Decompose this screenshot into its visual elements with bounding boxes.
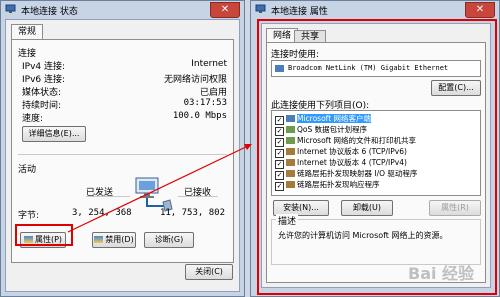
watermark: Bai 经验 xyxy=(408,264,475,283)
annotation-arrow xyxy=(67,144,252,233)
